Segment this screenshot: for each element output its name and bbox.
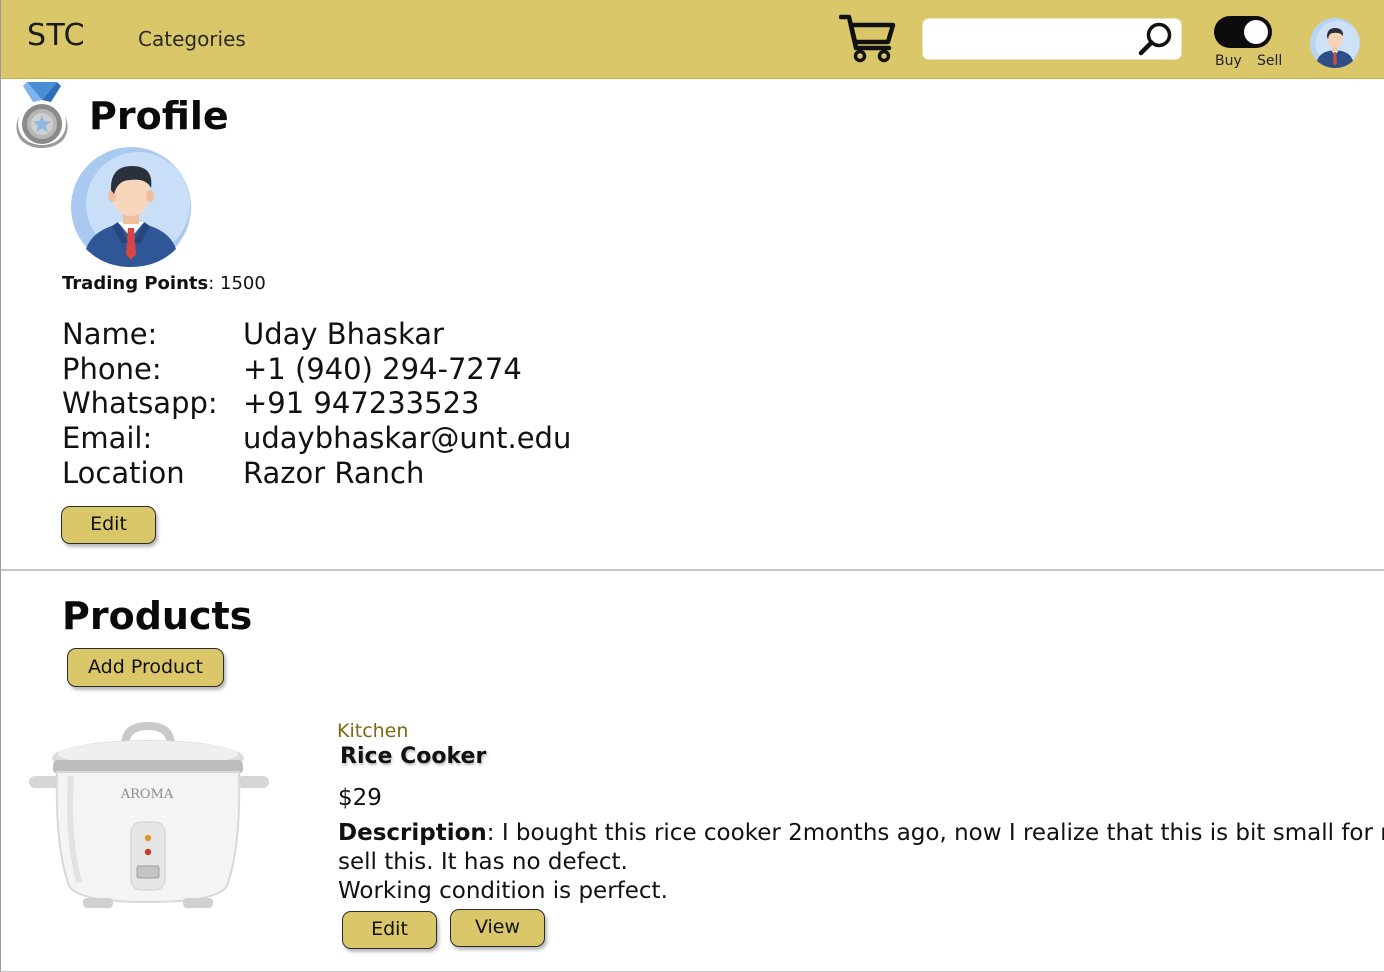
product-category[interactable]: Kitchen	[337, 720, 408, 742]
view-product-button[interactable]: View	[450, 909, 545, 947]
product-image-rice-cooker: AROMA	[29, 722, 269, 908]
section-divider	[1, 569, 1384, 571]
trading-points-label: Trading Points	[62, 273, 209, 294]
profile-avatar	[71, 147, 191, 267]
products-heading: Products	[62, 594, 253, 638]
product-title: Rice Cooker	[340, 744, 487, 769]
email-value: udaybhaskar@unt.edu	[243, 421, 572, 456]
search-icon[interactable]	[1137, 20, 1175, 58]
add-product-button[interactable]: Add Product	[67, 648, 224, 687]
location-value: Razor Ranch	[243, 455, 425, 490]
description-label: Description	[338, 820, 487, 846]
description-line-2: sell this. It has no defect.	[338, 849, 628, 875]
brand-logo[interactable]: STC	[27, 18, 85, 53]
cart-icon[interactable]	[839, 12, 897, 64]
medal-icon	[16, 82, 68, 148]
description-line-1: Description: I bought this rice cooker 2…	[338, 819, 1384, 848]
toggle-label-buy: Buy	[1215, 53, 1242, 69]
edit-product-button[interactable]: Edit	[342, 911, 437, 949]
profile-heading: Profile	[89, 94, 229, 138]
location-label: Location	[62, 455, 185, 490]
description-text-1: : I bought this rice cooker 2months ago,…	[486, 820, 1384, 846]
description-line-3: Working condition is perfect.	[338, 878, 668, 904]
toggle-label-sell: Sell	[1257, 53, 1283, 69]
whatsapp-label: Whatsapp:	[62, 386, 218, 421]
whatsapp-value: +91 947233523	[243, 386, 480, 421]
phone-value: +1 (940) 294-7274	[243, 351, 522, 386]
name-value: Uday Bhaskar	[243, 317, 444, 351]
product-image-brand: AROMA	[120, 787, 174, 802]
buy-sell-toggle[interactable]	[1214, 16, 1272, 48]
trading-points-value: : 1500	[208, 273, 266, 294]
toggle-knob	[1244, 20, 1268, 44]
nav-categories-link[interactable]: Categories	[138, 27, 246, 51]
product-description: Description: I bought this rice cooker 2…	[338, 819, 1384, 906]
phone-label: Phone:	[62, 351, 162, 386]
edit-profile-button[interactable]: Edit	[61, 506, 156, 544]
email-label: Email:	[62, 421, 153, 456]
search-input[interactable]	[935, 27, 1135, 53]
avatar-icon[interactable]	[1310, 18, 1360, 68]
app-frame: STC Categories Buy Sell Profile Trading …	[0, 0, 1384, 972]
name-label: Name:	[62, 317, 158, 351]
product-price: $29	[338, 785, 382, 811]
top-navbar: STC Categories Buy Sell	[1, 0, 1384, 79]
trading-points: Trading Points: 1500	[62, 273, 266, 294]
